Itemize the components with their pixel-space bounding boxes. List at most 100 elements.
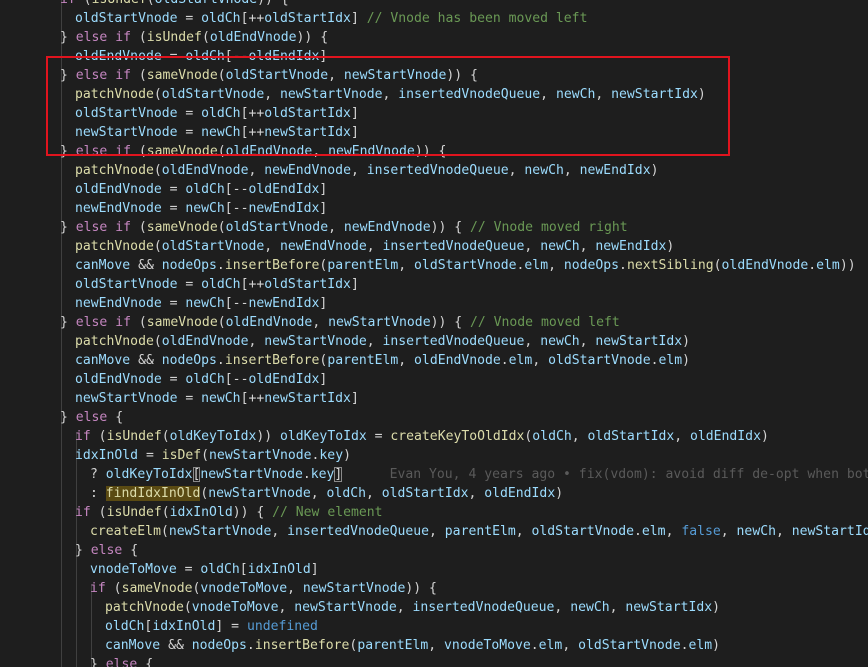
code-token: oldStartVnode — [548, 353, 651, 368]
code-token: oldStartIdx — [264, 277, 351, 292]
code-line[interactable]: } else if (sameVnode(oldStartVnode, newE… — [60, 218, 628, 237]
code-token: newEndVnode — [280, 239, 367, 254]
code-token: )) { — [257, 0, 289, 7]
code-token: oldStartVnode — [161, 239, 265, 254]
code-line[interactable]: if (sameVnode(vnodeToMove, newStartVnode… — [90, 579, 437, 598]
code-line[interactable]: patchVnode(oldEndVnode, newStartVnode, i… — [75, 332, 690, 351]
code-token: newCh — [185, 296, 225, 311]
code-token: ( — [130, 315, 147, 330]
code-token: oldEndVnode — [721, 258, 809, 273]
code-line[interactable]: newEndVnode = newCh[--newEndIdx] — [75, 294, 327, 313]
code-token: ) — [712, 600, 720, 615]
code-token: ) — [650, 163, 659, 178]
code-token: { — [107, 410, 124, 425]
code-token: = — [161, 201, 186, 216]
code-line[interactable]: canMove && nodeOps.insertBefore(parentEl… — [105, 636, 720, 655]
code-token: oldEndIdx — [484, 486, 556, 501]
code-line[interactable]: if (isUndef(oldKeyToIdx)) oldKeyToIdx = … — [75, 427, 769, 446]
code-token: oldStartVnode — [225, 220, 329, 235]
code-token: ( — [90, 429, 107, 444]
code-line[interactable]: vnodeToMove = oldCh[idxInOld] — [90, 560, 319, 579]
code-token: oldStartVnode — [75, 277, 178, 292]
code-line[interactable]: oldStartVnode = oldCh[++oldStartIdx] // … — [75, 9, 587, 28]
code-token: else if — [75, 220, 131, 235]
code-token: ] — [319, 201, 328, 216]
code-token: else if — [75, 315, 131, 330]
code-line[interactable]: ? oldKeyToIdx[newStartVnode.key] Evan Yo… — [90, 465, 868, 484]
code-line[interactable]: if (isUndef(oldStartVnode)) { — [60, 0, 289, 9]
code-token: , — [278, 600, 295, 615]
code-line[interactable]: oldStartVnode = oldCh[++oldStartIdx] — [75, 275, 359, 294]
code-token: oldCh — [105, 619, 145, 634]
code-line[interactable]: patchVnode(vnodeToMove, newStartVnode, i… — [105, 598, 720, 617]
code-token: ( — [201, 448, 210, 463]
code-token: elm — [658, 353, 683, 368]
code-line[interactable]: idxInOld = isDef(newStartVnode.key) — [75, 446, 351, 465]
code-token: [ — [239, 562, 248, 577]
code-line[interactable]: } else if (sameVnode(oldEndVnode, newSta… — [60, 313, 620, 332]
code-line[interactable]: } else { — [90, 655, 153, 667]
code-token: [-- — [224, 182, 249, 197]
code-token: oldStartVnode — [155, 0, 257, 7]
code-token: [++ — [240, 391, 265, 406]
code-line[interactable]: oldEndVnode = oldCh[--oldEndIdx] — [75, 370, 327, 389]
code-token: , — [428, 638, 445, 653]
code-token: newStartIdx — [625, 600, 713, 615]
code-token: nextSibling — [626, 258, 714, 273]
code-token: ( — [153, 239, 162, 254]
code-token: && — [130, 258, 162, 273]
code-token: // Vnode moved left — [470, 315, 620, 330]
code-token: insertedVnodeQueue — [412, 600, 555, 615]
code-token: oldCh — [532, 429, 572, 444]
code-token: . — [246, 638, 255, 653]
code-token: : — [90, 486, 106, 501]
code-line[interactable]: createElm(newStartVnode, insertedVnodeQu… — [90, 522, 868, 541]
code-token: , — [571, 429, 588, 444]
code-token: if — [75, 429, 91, 444]
code-token: , — [312, 315, 329, 330]
code-token: . — [500, 353, 509, 368]
code-token: )) { — [430, 315, 470, 330]
code-token: insertedVnodeQueue — [382, 334, 525, 349]
code-line[interactable]: canMove && nodeOps.insertBefore(parentEl… — [75, 351, 690, 370]
code-token: oldKeyToIdx — [280, 429, 367, 444]
code-token: , — [248, 163, 265, 178]
code-line[interactable]: : findIdxInOld(newStartVnode, oldCh, old… — [90, 484, 563, 503]
code-token: newEndIdx — [248, 201, 320, 216]
code-token: , — [563, 163, 580, 178]
code-line[interactable]: newEndVnode = newCh[--newEndIdx] — [75, 199, 327, 218]
code-line[interactable]: if (isUndef(idxInOld)) { // New element — [75, 503, 383, 522]
code-token: ) — [666, 239, 675, 254]
code-token: { — [137, 657, 154, 667]
code-token: , — [674, 429, 690, 444]
code-token: oldEndVnode — [225, 315, 313, 330]
code-token: newEndIdx — [595, 239, 667, 254]
code-line[interactable]: } else { — [60, 408, 123, 427]
code-token: insertedVnodeQueue — [366, 163, 509, 178]
code-token: , — [665, 524, 682, 539]
code-token: ( — [147, 0, 155, 7]
code-token: newCh — [736, 524, 776, 539]
code-token: ( — [130, 30, 147, 45]
code-token: } — [90, 657, 106, 667]
code-token: false — [681, 524, 721, 539]
code-token: elm — [538, 638, 563, 653]
code-token: newEndIdx — [248, 296, 320, 311]
code-token: , — [775, 524, 792, 539]
code-line[interactable]: oldEndVnode = oldCh[--oldEndIdx] — [75, 180, 327, 199]
code-token: insertBefore — [254, 638, 350, 653]
code-line[interactable]: newStartVnode = newCh[++newStartIdx] — [75, 389, 359, 408]
code-line[interactable]: canMove && nodeOps.insertBefore(parentEl… — [75, 256, 856, 275]
code-line[interactable]: patchVnode(oldEndVnode, newEndVnode, ins… — [75, 161, 658, 180]
code-line[interactable]: oldCh[idxInOld] = undefined — [105, 617, 318, 636]
code-line[interactable]: patchVnode(oldStartVnode, newEndVnode, i… — [75, 237, 674, 256]
code-line[interactable]: } else if (isUndef(oldEndVnode)) { — [60, 28, 328, 47]
code-line[interactable]: } else { — [75, 541, 138, 560]
code-token: oldEndVnode — [161, 334, 249, 349]
code-token: ] — [319, 372, 328, 387]
code-token: ] — [319, 182, 328, 197]
code-token: oldCh — [326, 486, 366, 501]
code-token: newStartVnode — [294, 600, 397, 615]
code-editor[interactable]: if (isUndef(oldStartVnode)) {oldStartVno… — [0, 0, 868, 667]
code-token: newEndVnode — [75, 201, 162, 216]
